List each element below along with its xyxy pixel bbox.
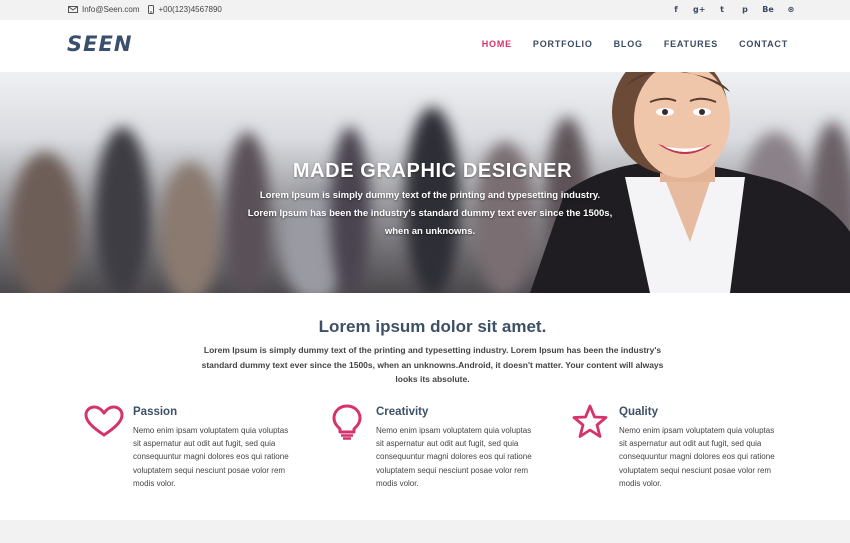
site-header: SEEN HOME PORTFOLIO BLOG FEATURES CONTAC… [0, 20, 850, 72]
nav-features[interactable]: FEATURES [664, 39, 718, 49]
intro-title: Lorem ipsum dolor sit amet. [318, 317, 547, 336]
pinterest-icon[interactable]: p [739, 4, 751, 16]
feature-title: Quality [619, 406, 658, 418]
phone-text: +00(123)4567890 [158, 5, 222, 14]
hero-banner: MADE GRAPHIC DESIGNER Lorem Ipsum is sim… [0, 72, 850, 293]
facebook-icon[interactable]: f [670, 4, 682, 16]
top-contact-bar: Info@Seen.com +00(123)4567890 f g+ t p B… [0, 0, 850, 20]
star-icon [572, 404, 608, 438]
main-nav: HOME PORTFOLIO BLOG FEATURES CONTACT [461, 39, 788, 49]
feature-text: Nemo enim ipsam voluptatem quia voluptas… [133, 426, 289, 488]
site-logo[interactable]: SEEN [67, 32, 132, 56]
heart-icon [84, 405, 124, 437]
email-text: Info@Seen.com [82, 5, 140, 14]
phone-icon [148, 5, 155, 14]
hero-text-line-1: Lorem Ipsum is simply dummy text of the … [259, 190, 601, 201]
feature-title: Passion [133, 406, 178, 418]
feature-text: Nemo enim ipsam voluptatem quia voluptas… [619, 426, 775, 488]
nav-blog[interactable]: BLOG [614, 39, 643, 49]
email-item[interactable]: Info@Seen.com [68, 5, 139, 14]
lightbulb-icon [332, 404, 362, 440]
feature-title: Creativity [376, 406, 429, 418]
nav-contact[interactable]: CONTACT [739, 39, 788, 49]
google-plus-icon[interactable]: g+ [693, 4, 705, 16]
phone-item[interactable]: +00(123)4567890 [148, 5, 222, 14]
hero-text-line-2: Lorem Ipsum has been the industry's stan… [247, 208, 613, 219]
hero-text: Lorem Ipsum is simply dummy text of the … [200, 187, 660, 241]
next-section-strip [0, 520, 850, 543]
social-links: f g+ t p Be ⊛ [659, 4, 797, 16]
nav-portfolio[interactable]: PORTFOLIO [533, 39, 593, 49]
twitter-icon[interactable]: t [716, 4, 728, 16]
dribbble-icon[interactable]: ⊛ [785, 4, 797, 16]
envelope-icon [68, 6, 78, 13]
nav-home[interactable]: HOME [482, 39, 512, 49]
contact-info: Info@Seen.com +00(123)4567890 [68, 5, 231, 14]
hero-text-line-3: when an unknowns. [384, 226, 476, 237]
intro-text: Lorem Ipsum is simply dummy text of the … [201, 345, 664, 384]
feature-text: Nemo enim ipsam voluptatem quia voluptas… [376, 426, 532, 488]
behance-icon[interactable]: Be [762, 4, 774, 16]
hero-title: MADE GRAPHIC DESIGNER [292, 160, 573, 182]
